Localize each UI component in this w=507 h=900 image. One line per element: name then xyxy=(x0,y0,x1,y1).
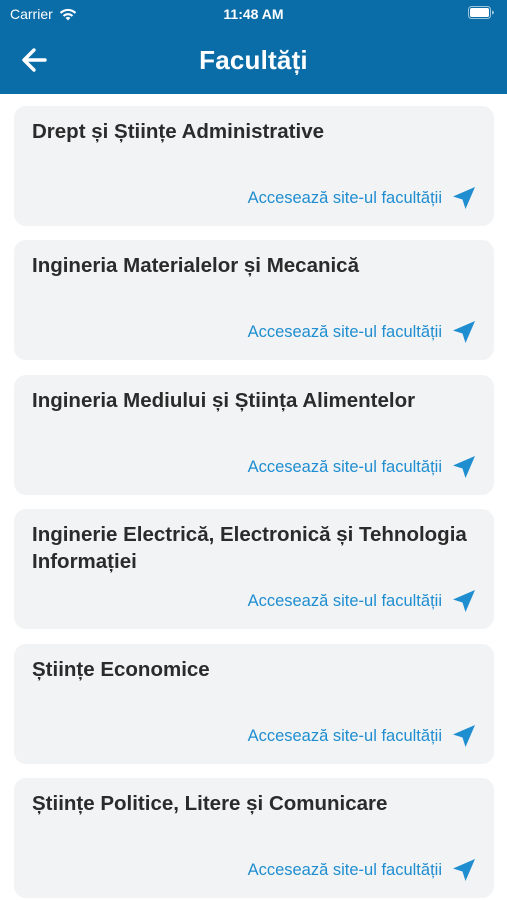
faculty-name: Drept și Științe Administrative xyxy=(32,120,324,143)
faculty-card: Ingineria Materialelor și Mecanică Acces… xyxy=(14,240,494,360)
page-title: Facultăți xyxy=(199,45,308,75)
battery-icon xyxy=(468,6,495,22)
faculty-site-link[interactable]: Accesează site-ul facultății xyxy=(248,320,476,344)
faculty-site-link-label: Accesează site-ul facultății xyxy=(247,726,442,745)
faculty-name: Ingineria Mediului și Știința Alimentelo… xyxy=(32,389,416,412)
faculty-site-link-label: Accesează site-ul facultății xyxy=(247,457,442,476)
faculty-site-link[interactable]: Accesează site-ul facultății xyxy=(248,589,476,613)
faculty-site-link-label: Accesează site-ul facultății xyxy=(247,591,442,610)
send-icon xyxy=(453,859,475,881)
send-icon xyxy=(453,187,475,209)
faculty-site-link[interactable]: Accesează site-ul facultății xyxy=(248,858,476,882)
faculty-site-link[interactable]: Accesează site-ul facultății xyxy=(248,455,476,479)
send-icon xyxy=(453,321,475,343)
status-time: 11:48 AM xyxy=(223,6,284,22)
send-icon xyxy=(453,725,475,747)
faculty-name: Științe Economice xyxy=(32,658,210,681)
faculty-name: Inginerie Electrică, Electronică și Tehn… xyxy=(32,523,467,573)
send-icon xyxy=(453,590,475,612)
faculty-card: Ingineria Mediului și Știința Alimentelo… xyxy=(14,375,494,495)
faculty-site-link-label: Accesează site-ul facultății xyxy=(247,860,442,879)
faculty-name: Ingineria Materialelor și Mecanică xyxy=(32,254,359,277)
status-bar: Carrier 11:48 AM xyxy=(0,0,507,28)
faculty-site-link[interactable]: Accesează site-ul facultății xyxy=(248,724,476,748)
faculty-site-link[interactable]: Accesează site-ul facultății xyxy=(248,186,476,210)
faculty-card: Inginerie Electrică, Electronică și Tehn… xyxy=(14,509,494,629)
send-icon xyxy=(453,456,475,478)
navigation-bar: Facultăți xyxy=(0,36,507,84)
app-header: Carrier 11:48 AM Facultăți xyxy=(0,0,507,94)
faculty-card: Științe Politice, Litere și Comunicare A… xyxy=(14,778,494,898)
faculty-card: Drept și Științe Administrative Acceseaz… xyxy=(14,106,494,226)
faculty-card: Științe Economice Accesează site-ul facu… xyxy=(14,644,494,764)
faculty-name: Științe Politice, Litere și Comunicare xyxy=(32,792,388,815)
faculty-site-link-label: Accesează site-ul facultății xyxy=(247,322,442,341)
faculty-site-link-label: Accesează site-ul facultății xyxy=(247,188,442,207)
